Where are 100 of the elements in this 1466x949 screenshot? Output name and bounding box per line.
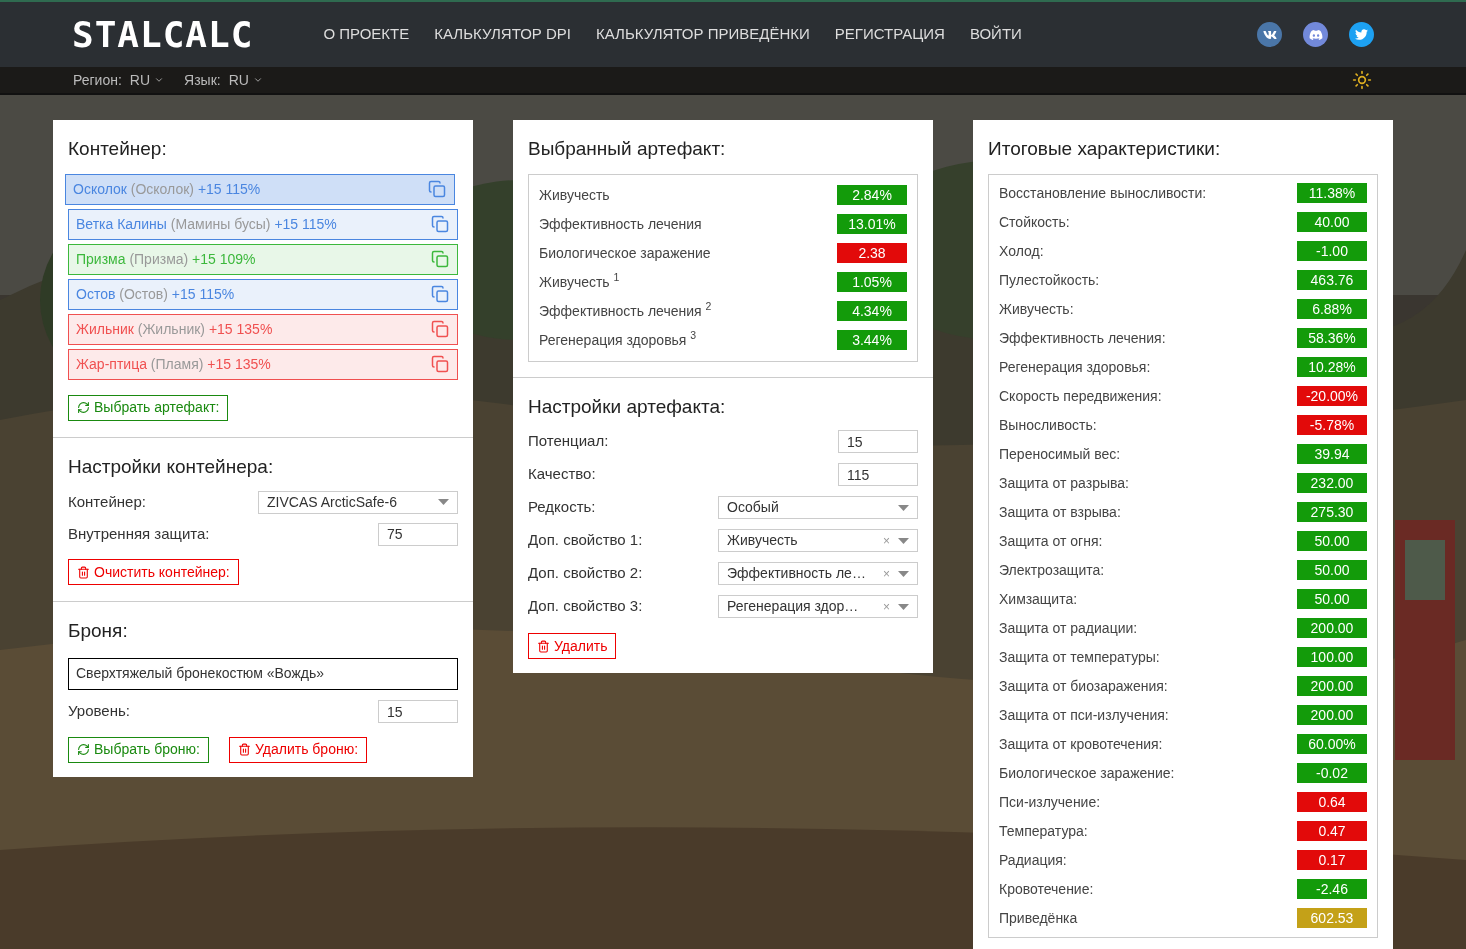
- protection-field[interactable]: 75: [378, 522, 458, 546]
- delete-button[interactable]: Удалить: [528, 633, 617, 659]
- stat-label: Защита от биозаражения:: [999, 676, 1168, 696]
- value-badge: 4.34%: [837, 301, 907, 321]
- stat-label: Скорость передвижения:: [999, 386, 1162, 406]
- select-value: Живучесть: [727, 531, 799, 550]
- caret-icon: [252, 75, 263, 85]
- value-badge: 50.00: [1297, 560, 1367, 580]
- nav-link[interactable]: КАЛЬКУЛЯТОР ПРИВЕДЁНКИ: [596, 23, 810, 46]
- value-badge: 13.01%: [837, 214, 907, 234]
- region-dropdown[interactable]: RU: [129, 69, 165, 91]
- copy-icon[interactable]: [431, 250, 449, 268]
- caret-icon: [898, 537, 909, 544]
- discord-icon[interactable]: [1303, 22, 1328, 47]
- select-field[interactable]: Живучесть ×: [718, 529, 918, 552]
- copy-icon[interactable]: [431, 355, 449, 373]
- nav-link[interactable]: КАЛЬКУЛЯТОР DPI: [434, 23, 571, 46]
- stat-label: Приведёнка: [999, 908, 1078, 928]
- stat-label: Живучесть $^{1}$: [539, 271, 620, 292]
- select-value: ZIVCAS ArcticSafe-6: [267, 492, 398, 512]
- copy-icon[interactable]: [431, 215, 449, 233]
- copy-icon[interactable]: [428, 180, 446, 198]
- vk-icon[interactable]: [1257, 22, 1282, 47]
- refresh-icon: [77, 401, 90, 414]
- select-value: Эффективность ле…: [727, 564, 867, 583]
- value-badge: 39.94: [1297, 444, 1367, 464]
- stat-label: Пси-излучение:: [999, 792, 1101, 812]
- section-title: Настройки контейнера:: [68, 454, 275, 479]
- copy-icon[interactable]: [431, 320, 449, 338]
- value-badge: -5.78%: [1297, 415, 1367, 435]
- panel-title: Контейнер:: [68, 137, 168, 161]
- choose-artifact-button[interactable]: Выбрать артефакт:: [68, 394, 229, 421]
- choose-armor-button[interactable]: Выбрать броню:: [68, 736, 209, 763]
- caret-icon: [898, 603, 909, 610]
- value-badge: 463.76: [1297, 270, 1367, 290]
- stat-label: Электрозащита:: [999, 560, 1105, 580]
- select-field[interactable]: Особый: [718, 496, 918, 519]
- artifact-name: Остов (Остов) +15 115%: [76, 284, 236, 304]
- field-label: Качество:: [528, 464, 596, 485]
- caret-icon: [154, 75, 165, 85]
- field-label: Контейнер:: [68, 491, 146, 512]
- field-label: Внутренняя защита:: [68, 523, 210, 544]
- value-badge: 50.00: [1297, 589, 1367, 609]
- stat-label: Защита от разрыва:: [999, 473, 1129, 493]
- value-badge: 200.00: [1297, 618, 1367, 638]
- caret-icon: [438, 499, 449, 505]
- stat-label: Эффективность лечения:: [999, 328, 1166, 348]
- trash-icon: [238, 743, 251, 756]
- value-badge: 602.53: [1297, 908, 1367, 928]
- sun-icon[interactable]: [1352, 70, 1372, 90]
- stat-label: Защита от радиации:: [999, 618, 1138, 638]
- nav-link[interactable]: ВОЙТИ: [969, 23, 1022, 46]
- clear-container-button[interactable]: Очистить контейнер:: [68, 559, 239, 585]
- language-dropdown[interactable]: RU: [228, 69, 263, 91]
- caret-icon: [898, 570, 909, 577]
- trash-icon: [77, 565, 90, 579]
- artifact-name: Ветка Калины (Мамины бусы) +15 115%: [76, 214, 338, 234]
- artifact-name: Призма (Призма) +15 109%: [76, 249, 257, 269]
- panel-title: Итоговые характеристики:: [988, 137, 1222, 161]
- value-badge: 200.00: [1297, 676, 1367, 696]
- stat-label: Живучесть:: [999, 299, 1074, 319]
- delete-armor-button[interactable]: Удалить броню:: [229, 736, 368, 763]
- field-label: Редкость:: [528, 497, 596, 518]
- stat-label: Защита от кровотечения:: [999, 734, 1163, 754]
- value-badge: 275.30: [1297, 502, 1367, 522]
- artifact-name: Жильник (Жильник) +15 135%: [76, 319, 274, 339]
- armor-name-field[interactable]: Сверхтяжелый бронекостюм «Вождь»: [68, 657, 458, 690]
- twitter-icon[interactable]: [1349, 22, 1374, 47]
- value-badge: -1.00: [1297, 241, 1367, 261]
- stat-label: Радиация:: [999, 850, 1067, 870]
- copy-icon[interactable]: [431, 285, 449, 303]
- stat-label: Стойкость:: [999, 212, 1070, 232]
- nav-link[interactable]: О ПРОЕКТЕ: [323, 23, 410, 46]
- field-label: Доп. свойство 1:: [528, 530, 643, 551]
- section-title: Настройки артефакта:: [528, 394, 727, 419]
- value-badge: 10.28%: [1297, 357, 1367, 377]
- container-select[interactable]: ZIVCAS ArcticSafe-6: [258, 490, 458, 514]
- caret-icon: [898, 504, 909, 511]
- field-label: Потенциал:: [528, 431, 609, 452]
- value-badge: 50.00: [1297, 531, 1367, 551]
- value-badge: -0.02: [1297, 763, 1367, 783]
- field-label: Доп. свойство 2:: [528, 563, 643, 584]
- artifact-name: Жар-птица (Пламя) +15 135%: [76, 354, 272, 374]
- select-field[interactable]: Регенерация здор… ×: [718, 595, 918, 618]
- stat-label: Защита от взрыва:: [999, 502, 1121, 522]
- value-badge: 60.00%: [1297, 734, 1367, 754]
- panel-title: Выбранный артефакт:: [528, 137, 727, 161]
- select-field[interactable]: Эффективность ле… ×: [718, 562, 918, 585]
- value-badge: 1.05%: [837, 272, 907, 292]
- level-field[interactable]: 15: [378, 700, 458, 723]
- refresh-icon: [77, 743, 90, 756]
- number-field[interactable]: 15: [838, 430, 918, 453]
- number-field[interactable]: 115: [838, 463, 918, 486]
- logo[interactable]: STALCALC: [72, 7, 254, 62]
- stat-label: Биологическое заражение:: [999, 763, 1175, 783]
- stat-label: Кровотечение:: [999, 879, 1094, 899]
- value-badge: 0.47: [1297, 821, 1367, 841]
- artifact-name: Осколок (Осколок) +15 115%: [73, 179, 262, 199]
- nav-link[interactable]: РЕГИСТРАЦИЯ: [834, 23, 945, 46]
- stat-label: Живучесть: [539, 185, 610, 205]
